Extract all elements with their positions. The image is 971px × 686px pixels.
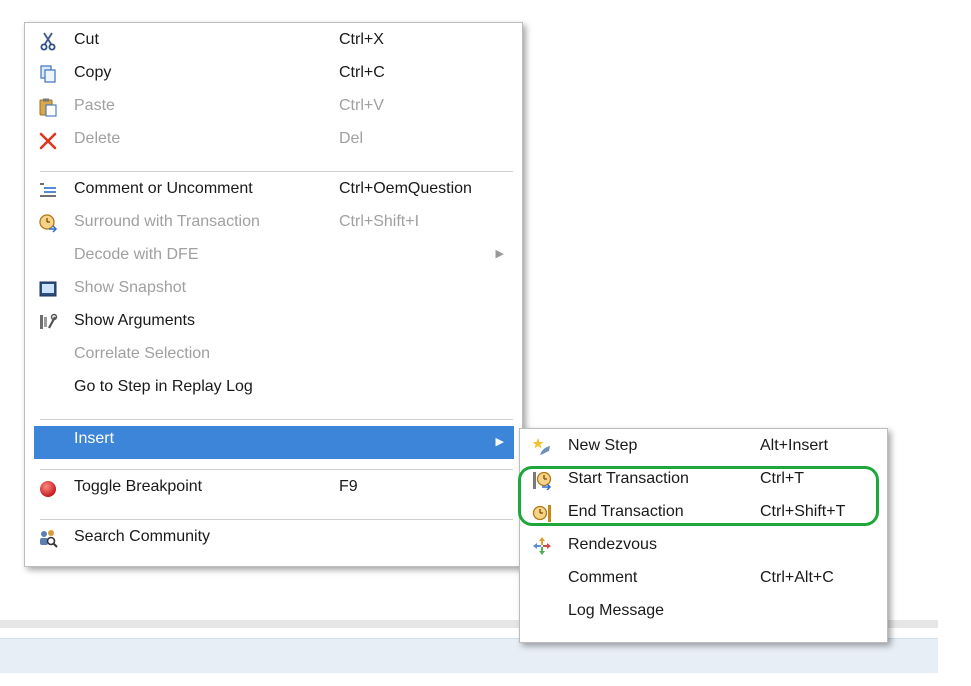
menu-item-label: Comment or Uncomment <box>74 180 253 197</box>
menu-item-show-arguments[interactable]: Show Arguments <box>34 306 514 336</box>
menu-item-label: Show Arguments <box>74 312 195 329</box>
submenu-item-rendezvous[interactable]: Rendezvous <box>524 530 883 560</box>
submenu-item-log-message[interactable]: Log Message <box>524 596 883 626</box>
menu-item-insert[interactable]: Insert ▶ <box>34 426 514 459</box>
menu-item-show-snapshot[interactable]: Show Snapshot <box>34 273 514 303</box>
comment-lines-icon <box>40 183 56 197</box>
submenu-item-label: New Step <box>568 437 638 454</box>
menu-item-shortcut: Ctrl+X <box>339 31 384 48</box>
menu-item-label: Show Snapshot <box>74 279 187 296</box>
menu-separator <box>40 171 513 172</box>
menu-item-label: Surround with Transaction <box>74 213 260 230</box>
menu-item-shortcut: Ctrl+Shift+I <box>339 213 420 230</box>
community-search-icon <box>40 530 58 548</box>
new-step-icon <box>532 438 550 455</box>
rendezvous-icon <box>533 537 551 555</box>
insert-submenu: New Step Alt+Insert Start Transaction Ct… <box>519 428 888 643</box>
menu-item-label: Search Community <box>74 528 211 545</box>
menu-item-paste[interactable]: Paste Ctrl+V <box>34 91 514 121</box>
menu-item-comment-uncomment[interactable]: Comment or Uncomment Ctrl+OemQuestion <box>34 174 514 204</box>
menu-item-shortcut: F9 <box>339 478 358 495</box>
submenu-item-label: Log Message <box>568 602 665 619</box>
menu-item-toggle-breakpoint[interactable]: Toggle Breakpoint F9 <box>34 472 514 502</box>
menu-item-delete[interactable]: Delete Del <box>34 124 514 154</box>
paste-icon <box>39 98 57 117</box>
scissors-icon <box>40 32 56 51</box>
arguments-icon <box>40 313 58 329</box>
menu-item-label: Go to Step in Replay Log <box>74 378 253 395</box>
menu-item-label: Delete <box>74 130 121 147</box>
menu-item-label: Cut <box>74 31 99 48</box>
submenu-item-shortcut: Ctrl+Alt+C <box>760 569 834 586</box>
menu-item-search-community[interactable]: Search Community <box>34 522 514 552</box>
snapshot-icon <box>39 281 57 297</box>
submenu-item-new-step[interactable]: New Step Alt+Insert <box>524 431 883 461</box>
menu-separator <box>40 419 513 420</box>
copy-icon <box>40 65 56 83</box>
menu-item-shortcut: Ctrl+OemQuestion <box>339 180 472 197</box>
menu-item-shortcut: Ctrl+C <box>339 64 385 81</box>
menu-item-copy[interactable]: Copy Ctrl+C <box>34 58 514 88</box>
transaction-clock-icon <box>39 214 58 233</box>
submenu-item-label: Rendezvous <box>568 536 657 553</box>
background-panel <box>0 638 938 673</box>
menu-item-goto-replay-log[interactable]: Go to Step in Replay Log <box>34 372 514 402</box>
submenu-arrow-icon: ▶ <box>495 436 504 448</box>
menu-item-decode-dfe[interactable]: Decode with DFE ▶ <box>34 240 514 270</box>
menu-item-cut[interactable]: Cut Ctrl+X <box>34 25 514 55</box>
submenu-arrow-icon: ▶ <box>495 248 504 260</box>
menu-item-label: Toggle Breakpoint <box>74 478 203 495</box>
menu-item-shortcut: Ctrl+V <box>339 97 384 114</box>
submenu-item-label: Comment <box>568 569 638 586</box>
submenu-item-shortcut: Alt+Insert <box>760 437 829 454</box>
menu-separator <box>40 519 513 520</box>
menu-item-label: Insert <box>74 430 115 447</box>
breakpoint-icon <box>40 481 56 497</box>
menu-item-shortcut: Del <box>339 130 364 147</box>
menu-separator <box>40 469 513 470</box>
menu-item-label: Paste <box>74 97 115 114</box>
context-menu: Cut Ctrl+X Copy Ctrl+C Paste Ctrl+V Dele… <box>24 22 523 567</box>
menu-item-label: Decode with DFE <box>74 246 199 263</box>
delete-icon <box>39 132 57 150</box>
menu-item-label: Copy <box>74 64 112 81</box>
menu-item-label: Correlate Selection <box>74 345 211 362</box>
annotation-highlight-outline <box>518 466 879 526</box>
submenu-item-comment[interactable]: Comment Ctrl+Alt+C <box>524 563 883 593</box>
menu-item-correlate-selection[interactable]: Correlate Selection <box>34 339 514 369</box>
menu-item-surround-transaction[interactable]: Surround with Transaction Ctrl+Shift+I <box>34 207 514 237</box>
